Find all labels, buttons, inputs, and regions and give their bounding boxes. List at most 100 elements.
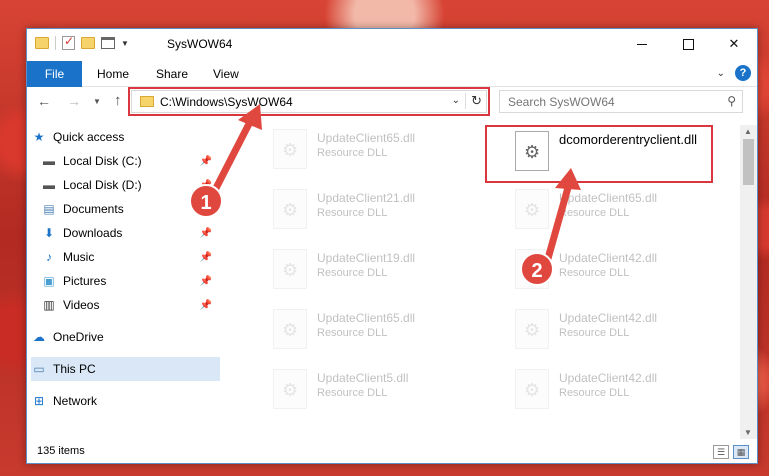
file-name: UpdateClient42.dll (559, 311, 658, 325)
address-highlight-box (128, 87, 490, 116)
file-name: UpdateClient65.dll (317, 311, 416, 325)
sidebar-item-pictures[interactable]: ▣ Pictures 📌 (41, 269, 222, 293)
sidebar-item-label: This PC (53, 362, 96, 376)
list-item[interactable]: UpdateClient5.dll Resource DLL (267, 365, 477, 415)
forward-arrow-icon[interactable]: → (67, 93, 81, 109)
file-highlight-box (485, 125, 713, 183)
new-folder-icon[interactable] (81, 37, 95, 49)
window-controls (619, 29, 757, 59)
minimize-button[interactable] (619, 29, 665, 59)
dll-file-icon (273, 129, 307, 169)
toolbar-divider (55, 36, 56, 50)
expand-ribbon-chevron-icon[interactable]: ⌄ (717, 68, 725, 79)
customize-toolbar-chevron-icon[interactable]: ▼ (121, 39, 129, 48)
pin-icon: 📌 (199, 155, 212, 167)
step-badge-1: 1 (189, 184, 223, 218)
list-item[interactable]: UpdateClient42.dll Resource DLL (509, 365, 719, 415)
computer-icon: ▭ (33, 362, 45, 376)
network-icon: ⊞ (33, 394, 45, 408)
item-count: 135 items (37, 445, 85, 457)
title-bar: ▼ SysWOW64 (27, 29, 757, 61)
sidebar-item-label: Documents (63, 202, 124, 216)
details-view-icon[interactable]: ☰ (713, 445, 729, 459)
file-type: Resource DLL (559, 327, 630, 339)
vertical-scrollbar[interactable]: ▲ ▼ (740, 125, 757, 439)
file-name: UpdateClient65.dll (317, 131, 416, 145)
sidebar-item-quick-access[interactable]: ★ Quick access (31, 125, 226, 149)
navigation-pane: ★ Quick access ▬ Local Disk (C:) 📌 ▬ Loc… (27, 125, 222, 439)
sidebar-item-label: Network (53, 394, 98, 408)
navigation-bar: ← → ▼ ↑ C:\Windows\SysWOW64 ⌄ ↻ ⚲ (27, 87, 757, 117)
tiles-view-icon[interactable]: ▦ (733, 445, 749, 459)
quick-access-toolbar: ▼ (35, 34, 129, 50)
file-name: UpdateClient21.dll (317, 191, 416, 205)
sidebar-item-onedrive[interactable]: ☁ OneDrive (31, 325, 226, 349)
sidebar-item-downloads[interactable]: ⬇ Downloads 📌 (41, 221, 222, 245)
file-name: UpdateClient5.dll (317, 371, 409, 385)
recent-locations-chevron-icon[interactable]: ▼ (93, 97, 101, 106)
sidebar-item-label: Local Disk (D:) (63, 178, 142, 192)
search-icon[interactable]: ⚲ (727, 94, 736, 108)
file-type: Resource DLL (559, 267, 630, 279)
ribbon-right-controls: ⌄ ? (717, 65, 751, 81)
file-type: Resource DLL (317, 207, 388, 219)
dll-file-icon (273, 189, 307, 229)
sidebar-item-label: OneDrive (53, 330, 104, 344)
documents-icon: ▤ (43, 202, 55, 216)
status-bar: 135 items ☰ ▦ (27, 441, 757, 463)
properties-check-icon[interactable] (62, 34, 75, 50)
properties-icon[interactable] (101, 37, 115, 49)
list-item[interactable]: UpdateClient19.dll Resource DLL (267, 245, 477, 295)
back-arrow-icon[interactable]: ← (37, 93, 51, 109)
sidebar-item-network[interactable]: ⊞ Network (31, 389, 226, 413)
list-item[interactable]: UpdateClient65.dll Resource DLL (509, 185, 719, 235)
folder-icon (35, 37, 49, 49)
sidebar-item-label: Quick access (53, 130, 125, 144)
sidebar-item-local-disk-c[interactable]: ▬ Local Disk (C:) 📌 (41, 149, 222, 173)
download-icon: ⬇ (43, 226, 55, 240)
sidebar-item-label: Downloads (63, 226, 123, 240)
search-box[interactable]: ⚲ (499, 90, 743, 113)
pin-icon: 📌 (199, 227, 212, 239)
pin-icon: 📌 (199, 251, 212, 263)
scroll-up-arrow-icon[interactable]: ▲ (744, 127, 752, 136)
list-item[interactable]: UpdateClient21.dll Resource DLL (267, 185, 477, 235)
star-icon: ★ (33, 130, 45, 144)
videos-icon: ▥ (43, 298, 55, 312)
sidebar-item-label: Local Disk (C:) (63, 154, 142, 168)
scroll-down-arrow-icon[interactable]: ▼ (744, 428, 752, 437)
search-input[interactable] (508, 95, 708, 109)
ribbon-tabs: File Home Share View ⌄ ? (27, 61, 757, 87)
sidebar-item-music[interactable]: ♪ Music 📌 (41, 245, 222, 269)
tab-home[interactable]: Home (97, 61, 129, 87)
scroll-thumb[interactable] (743, 139, 754, 185)
dll-file-icon (515, 189, 549, 229)
dll-file-icon (515, 369, 549, 409)
list-item[interactable]: UpdateClient65.dll Resource DLL (267, 305, 477, 355)
help-icon[interactable]: ? (735, 65, 751, 81)
tab-view[interactable]: View (213, 61, 239, 87)
sidebar-item-videos[interactable]: ▥ Videos 📌 (41, 293, 222, 317)
music-icon: ♪ (46, 250, 52, 264)
maximize-button[interactable] (665, 29, 711, 59)
pin-icon: 📌 (199, 299, 212, 311)
file-type: Resource DLL (317, 147, 388, 159)
file-name: UpdateClient65.dll (559, 191, 658, 205)
file-name: UpdateClient42.dll (559, 251, 658, 265)
close-button[interactable] (711, 29, 757, 59)
file-type: Resource DLL (559, 387, 630, 399)
pin-icon: 📌 (199, 275, 212, 287)
list-item[interactable]: UpdateClient42.dll Resource DLL (509, 305, 719, 355)
up-arrow-icon[interactable]: ↑ (114, 92, 122, 109)
sidebar-item-this-pc[interactable]: ▭ This PC (31, 357, 220, 381)
tab-file[interactable]: File (27, 61, 82, 87)
list-item[interactable]: UpdateClient65.dll Resource DLL (267, 125, 477, 175)
cloud-icon: ☁ (33, 330, 45, 344)
dll-file-icon (273, 369, 307, 409)
tab-share[interactable]: Share (156, 61, 188, 87)
sidebar-item-label: Pictures (63, 274, 107, 288)
step-badge-2: 2 (520, 252, 554, 286)
sidebar-item-label: Videos (63, 298, 100, 312)
drive-icon: ▬ (43, 154, 55, 168)
file-name: UpdateClient19.dll (317, 251, 416, 265)
